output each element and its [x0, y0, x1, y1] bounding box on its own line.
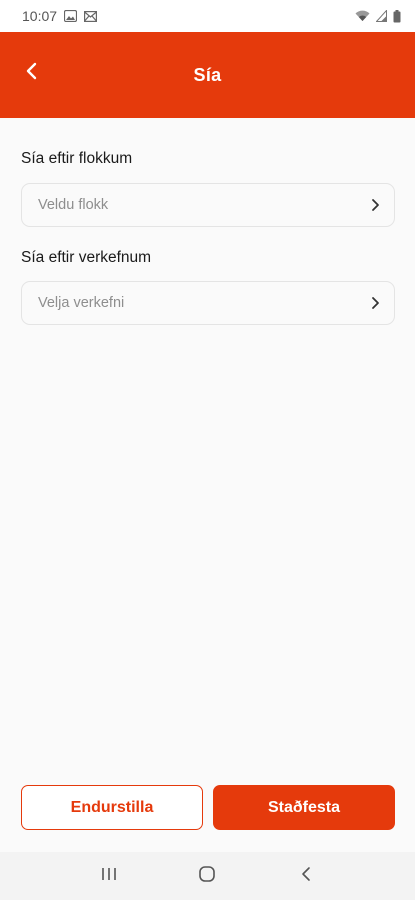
signal-icon — [376, 10, 387, 22]
filter-screen: 10:07 Sía Sía eftir flokkum Veldu flokk … — [0, 0, 415, 900]
page-title: Sía — [193, 64, 222, 85]
wifi-icon — [355, 10, 370, 22]
chevron-left-icon — [25, 62, 37, 85]
category-filter-label: Sía eftir flokkum — [21, 150, 133, 167]
status-bar: 10:07 — [0, 0, 415, 32]
system-back-button[interactable] — [276, 856, 336, 896]
home-button[interactable] — [177, 856, 237, 896]
project-filter-label: Sía eftir verkefnum — [21, 249, 152, 266]
project-select-placeholder: Velja verkefni — [38, 295, 125, 311]
back-button[interactable] — [14, 56, 48, 90]
home-icon — [198, 865, 216, 888]
back-icon — [301, 866, 311, 887]
recent-apps-button[interactable] — [79, 856, 139, 896]
mail-icon — [84, 10, 98, 22]
chevron-right-icon — [371, 198, 380, 212]
confirm-button[interactable]: Staðfesta — [213, 785, 395, 830]
battery-icon — [393, 9, 401, 23]
chevron-right-icon — [371, 296, 380, 310]
reset-button[interactable]: Endurstilla — [21, 785, 203, 830]
status-time: 10:07 — [22, 8, 58, 24]
category-select[interactable]: Veldu flokk — [21, 183, 395, 227]
image-icon — [64, 10, 78, 22]
app-header: Sía — [0, 32, 415, 118]
category-select-placeholder: Veldu flokk — [38, 197, 109, 213]
project-select[interactable]: Velja verkefni — [21, 281, 395, 325]
recent-apps-icon — [101, 867, 117, 886]
system-nav-bar — [0, 852, 415, 900]
